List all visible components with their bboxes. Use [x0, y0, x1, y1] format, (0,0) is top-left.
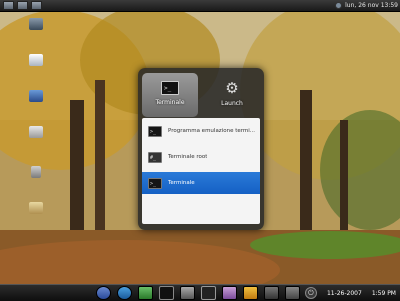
top-panel: lun, 26 nov 13:59: [0, 0, 400, 12]
terminal-icon: >_: [148, 125, 162, 137]
dock-date: 11-26-2007: [326, 289, 362, 297]
result-label: Terminale root: [168, 154, 208, 160]
root-terminal-icon: #_: [148, 151, 162, 163]
settings-icon[interactable]: [285, 286, 300, 300]
desktop-disk-icon[interactable]: [18, 126, 54, 138]
trash-icon: [31, 166, 41, 178]
terminal-icon[interactable]: [201, 286, 216, 300]
dock-launchers: [96, 286, 300, 300]
warning-icon[interactable]: [243, 286, 258, 300]
result-list: >_ Programma emulazione termi... #_ Term…: [142, 118, 260, 224]
tab-launch[interactable]: ⚙ Launch: [204, 73, 260, 117]
tab-terminale[interactable]: >_ Terminale: [142, 73, 198, 117]
power-icon[interactable]: ⏻: [304, 287, 317, 299]
folder-icon: [29, 202, 43, 214]
panel-clock[interactable]: lun, 26 nov 13:59: [345, 2, 398, 9]
disk-icon: [29, 126, 43, 138]
desktop-trash-icon[interactable]: [18, 166, 54, 178]
bottom-dock: ⏻ 11-26-2007 1:59 PM: [0, 284, 400, 301]
launcher-window: >_ Terminale ⚙ Launch >_ Programma emula…: [138, 68, 264, 230]
result-item[interactable]: >_ Programma emulazione termi...: [142, 120, 260, 142]
result-item-selected[interactable]: >_ Terminale: [142, 172, 260, 194]
terminal-icon: >_: [148, 177, 162, 189]
desktop-computer-icon[interactable]: [18, 18, 54, 30]
camera-icon[interactable]: [264, 286, 279, 300]
tab-label: Launch: [221, 100, 243, 107]
terminal-icon[interactable]: [159, 286, 174, 300]
desktop-home-icon[interactable]: [18, 54, 54, 66]
desktop-folder-icon[interactable]: [18, 202, 54, 214]
result-label: Programma emulazione termi...: [168, 128, 256, 134]
globe-icon[interactable]: [117, 286, 132, 300]
tray-icon[interactable]: [335, 2, 343, 9]
desktop-network-icon[interactable]: [18, 90, 54, 102]
computer-icon: [29, 18, 43, 30]
monitor-icon[interactable]: [180, 286, 195, 300]
gear-icon: ⚙: [225, 79, 239, 97]
browser-icon[interactable]: [96, 286, 111, 300]
home-icon: [29, 54, 43, 66]
workspace-icon[interactable]: [31, 1, 42, 10]
tab-label: Terminale: [155, 99, 185, 106]
result-label: Terminale: [168, 180, 195, 186]
network-icon[interactable]: [138, 286, 153, 300]
window-list-icon[interactable]: [17, 1, 28, 10]
terminal-icon: >_: [161, 81, 179, 95]
image-icon[interactable]: [222, 286, 237, 300]
dock-clock[interactable]: 1:59 PM: [372, 290, 396, 297]
app-menu-icon[interactable]: [3, 1, 14, 10]
network-icon: [29, 90, 43, 102]
result-item[interactable]: #_ Terminale root: [142, 146, 260, 168]
